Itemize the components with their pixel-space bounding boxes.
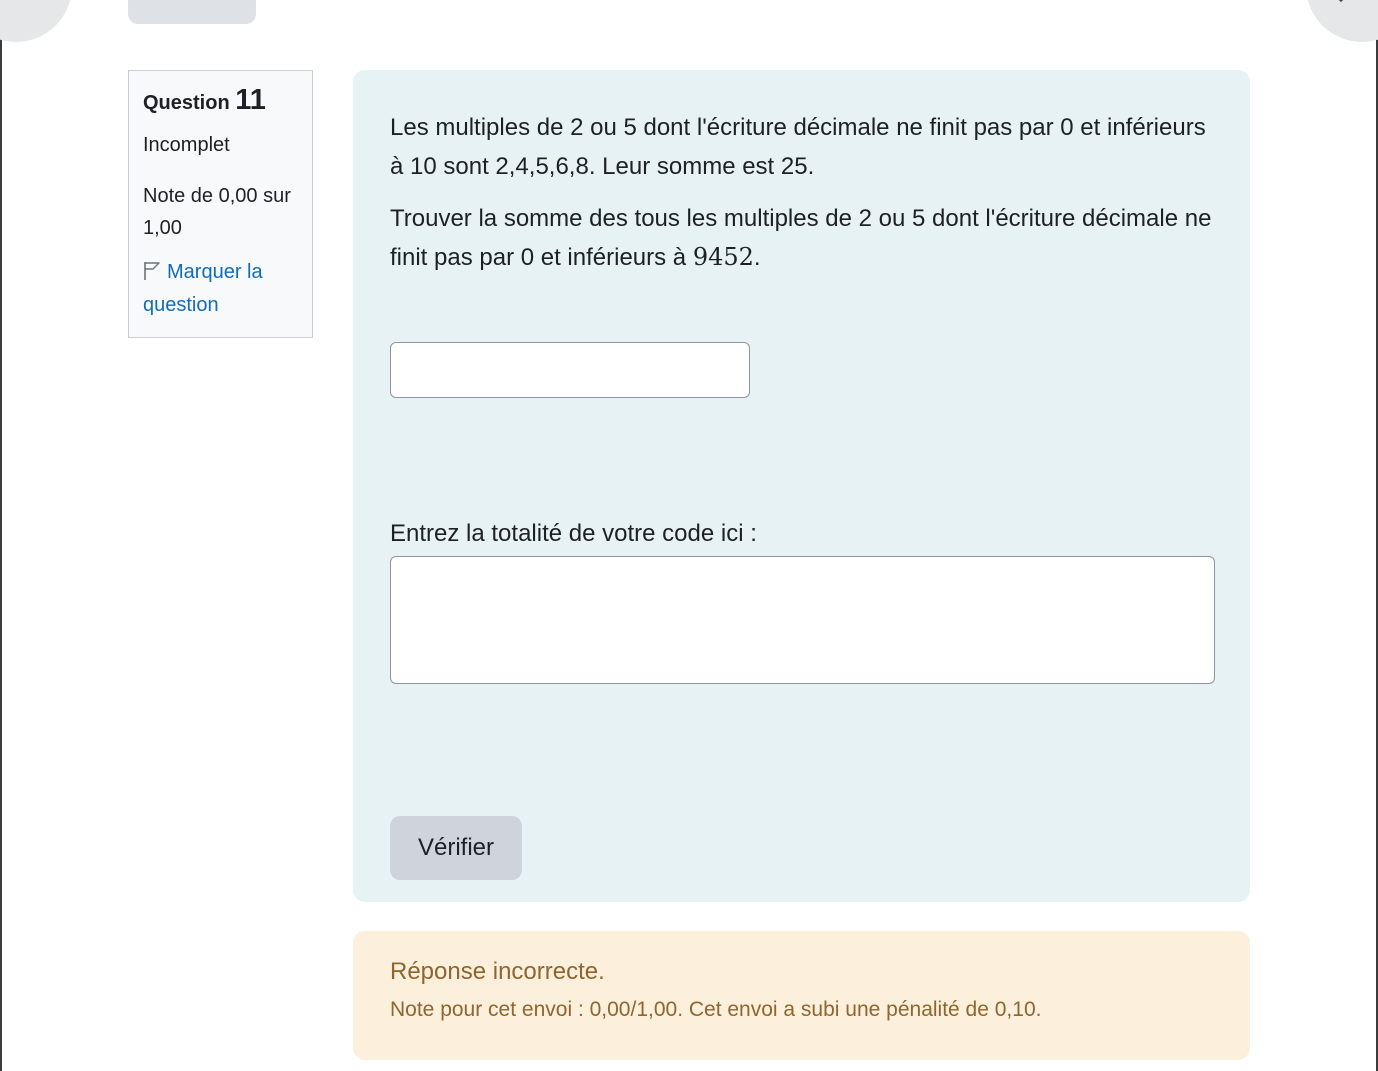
top-partial-button[interactable] [128, 0, 256, 24]
feedback-grade: Note pour cet envoi : 0,00/1,00. Cet env… [390, 998, 1042, 1021]
question-number: 11 [235, 84, 266, 116]
code-label: Entrez la totalité de votre code ici : [390, 520, 757, 547]
flag-question-link[interactable]: Marquer la question [143, 256, 298, 322]
math-expression: 9452 [692, 243, 754, 271]
question-grade: Note de 0,00 sur 1,00 [143, 185, 291, 239]
next-nav-button[interactable] [1306, 0, 1378, 42]
question-paragraph-2-text: Trouver la somme des tous les multiples … [390, 205, 1212, 271]
question-paragraph-2-end: . [753, 244, 761, 271]
question-info-panel: Question 11 Incomplet Note de 0,00 sur 1… [128, 70, 313, 338]
chevron-icon [1333, 0, 1349, 3]
question-paragraph-1: Les multiples de 2 ou 5 dont l'écriture … [390, 114, 1206, 180]
check-button[interactable]: Vérifier [390, 816, 522, 880]
previous-nav-button[interactable] [0, 0, 72, 42]
question-text: Les multiples de 2 ou 5 dont l'écriture … [390, 108, 1214, 277]
question-paragraph-2: Trouver la somme des tous les multiples … [390, 199, 1214, 277]
question-state: Incomplet [143, 134, 230, 156]
question-title: Question 11 [143, 85, 298, 118]
feedback-panel: Réponse incorrecte. Note pour cet envoi … [353, 931, 1250, 1060]
flag-icon [144, 262, 160, 280]
code-textarea[interactable] [390, 556, 1215, 684]
question-content: Les multiples de 2 ou 5 dont l'écriture … [353, 70, 1250, 902]
answer-input[interactable] [390, 342, 750, 398]
feedback-title: Réponse incorrecte. [390, 958, 605, 985]
question-label: Question [143, 92, 230, 114]
window-frame-left [0, 0, 2, 1071]
